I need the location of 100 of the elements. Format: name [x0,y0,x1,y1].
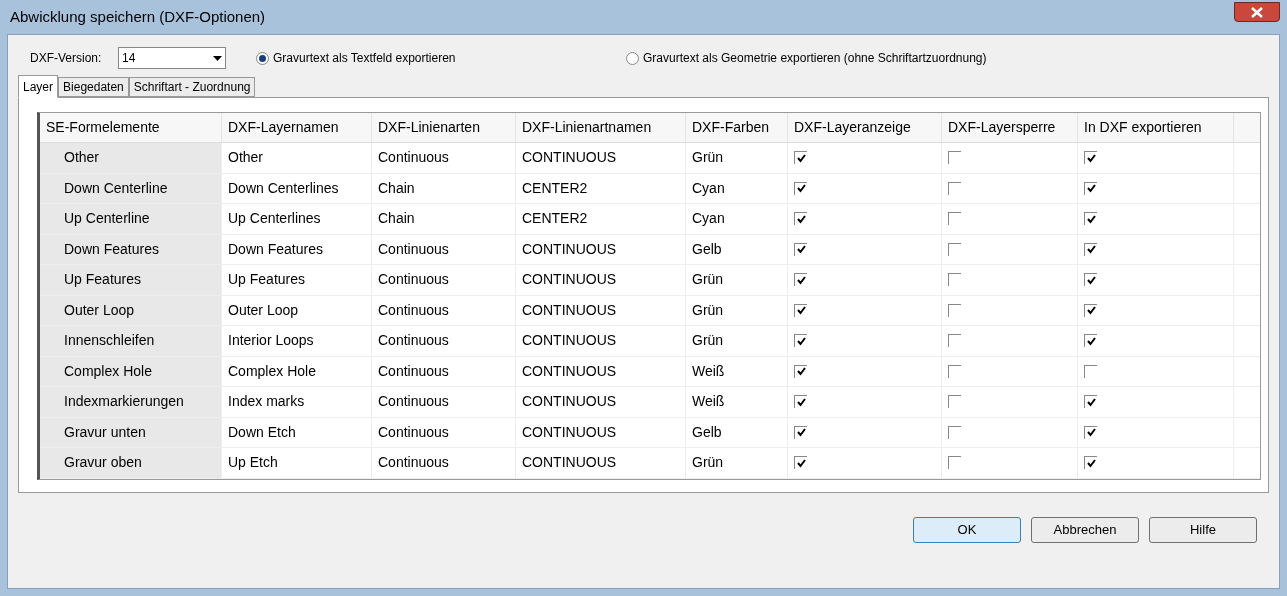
table-cell: Grün [686,295,788,325]
table-cell: Weiß [686,387,788,417]
checkbox[interactable] [794,395,807,409]
column-header[interactable]: DXF-Farben [686,113,788,142]
tab[interactable]: Layer [18,75,59,98]
table-cell: CENTER2 [516,173,686,203]
dialog-button[interactable]: OK [913,517,1021,543]
checkbox[interactable] [794,273,807,287]
table-cell: Continuous [372,234,516,264]
table-cell: Continuous [372,326,516,356]
row-header: Up Centerline [40,204,222,234]
dialog-button[interactable]: Abbrechen [1031,517,1139,543]
checkbox[interactable] [1084,181,1097,195]
window-title: Abwicklung speichern (DXF-Optionen) [10,6,266,27]
row-header: Gravur unten [40,417,222,447]
column-header[interactable]: DXF-Layersperre [942,113,1078,142]
row-header: Down Features [40,234,222,264]
table-cell: Up Etch [222,448,372,478]
table-cell: CONTINUOUS [516,143,686,173]
table-cell: Cyan [686,173,788,203]
table-cell: CENTER2 [516,204,686,234]
table-cell: Grün [686,265,788,295]
dxf-version-label: DXF-Version: [30,50,103,67]
column-header[interactable]: SE-Formelemente [40,113,222,142]
table-cell: Down Centerlines [222,173,372,203]
column-header[interactable]: DXF-Layernamen [222,113,372,142]
table-cell: CONTINUOUS [516,265,686,295]
table-cell: Chain [372,173,516,203]
table-cell: Index marks [222,387,372,417]
table-cell: Up Features [222,265,372,295]
radio-button[interactable] [626,51,639,65]
table-cell: Down Features [222,234,372,264]
table-cell: Other [222,143,372,173]
row-header: Indexmarkierungen [40,387,222,417]
checkbox[interactable] [794,242,807,256]
radio-button[interactable] [256,51,269,65]
table-cell: Continuous [372,143,516,173]
table-cell: Gelb [686,417,788,447]
column-header[interactable]: In DXF exportieren [1078,113,1234,142]
checkbox[interactable] [794,151,807,165]
checkbox[interactable] [794,334,807,348]
row-header: Down Centerline [40,173,222,203]
checkbox[interactable] [1084,303,1097,317]
tab[interactable]: Biegedaten [58,77,129,97]
table-cell: CONTINUOUS [516,417,686,447]
checkbox[interactable] [1084,456,1097,470]
table-cell: CONTINUOUS [516,448,686,478]
table-cell: Up Centerlines [222,204,372,234]
row-header: Other [40,143,222,173]
row-header: Up Features [40,265,222,295]
dxf-version-dropdown[interactable]: 14 [118,47,226,69]
checkbox[interactable] [794,456,807,470]
table-cell: Grün [686,143,788,173]
dialog-button[interactable]: Hilfe [1149,517,1257,543]
table-cell: Continuous [372,265,516,295]
table-cell: Outer Loop [222,295,372,325]
table-cell: Continuous [372,387,516,417]
checkbox[interactable] [794,181,807,195]
checkbox[interactable] [794,364,807,378]
checkbox[interactable] [794,212,807,226]
table-cell: Chain [372,204,516,234]
checkbox[interactable] [1084,273,1097,287]
column-header[interactable]: DXF-Linienartnamen [516,113,686,142]
table-cell: Grün [686,326,788,356]
checkbox[interactable] [794,425,807,439]
column-header[interactable]: DXF-Layeranzeige [788,113,942,142]
tab[interactable]: Schriftart - Zuordnung [128,77,256,97]
checkbox[interactable] [1084,242,1097,256]
row-header: Complex Hole [40,356,222,386]
table-cell: Cyan [686,204,788,234]
checkbox[interactable] [1084,212,1097,226]
table-cell: Grün [686,448,788,478]
table-cell: CONTINUOUS [516,387,686,417]
checkbox[interactable] [1084,151,1097,165]
row-header: Innenschleifen [40,326,222,356]
radio-label: Gravurtext als Textfeld exportieren [273,50,456,67]
close-icon [1251,6,1263,18]
checkbox[interactable] [1084,334,1097,348]
caret-icon [213,55,222,61]
table-cell: Complex Hole [222,356,372,386]
table-cell: CONTINUOUS [516,326,686,356]
table-cell: Weiß [686,356,788,386]
table-cell: Continuous [372,295,516,325]
checkbox[interactable] [1084,395,1097,409]
table-cell: CONTINUOUS [516,295,686,325]
close-button[interactable] [1234,2,1280,22]
column-header[interactable]: DXF-Linienarten [372,113,516,142]
table-cell: Gelb [686,234,788,264]
table-cell: Continuous [372,356,516,386]
row-header: Gravur oben [40,448,222,478]
table-cell: Continuous [372,417,516,447]
table-cell: Down Etch [222,417,372,447]
table-cell: Interior Loops [222,326,372,356]
row-header: Outer Loop [40,295,222,325]
table-cell: Continuous [372,448,516,478]
radio-label: Gravurtext als Geometrie exportieren (ohne Schriftartzuordnung) [643,50,987,67]
table-cell: CONTINUOUS [516,234,686,264]
checkbox[interactable] [794,303,807,317]
checkbox[interactable] [1084,425,1097,439]
table-cell: CONTINUOUS [516,356,686,386]
